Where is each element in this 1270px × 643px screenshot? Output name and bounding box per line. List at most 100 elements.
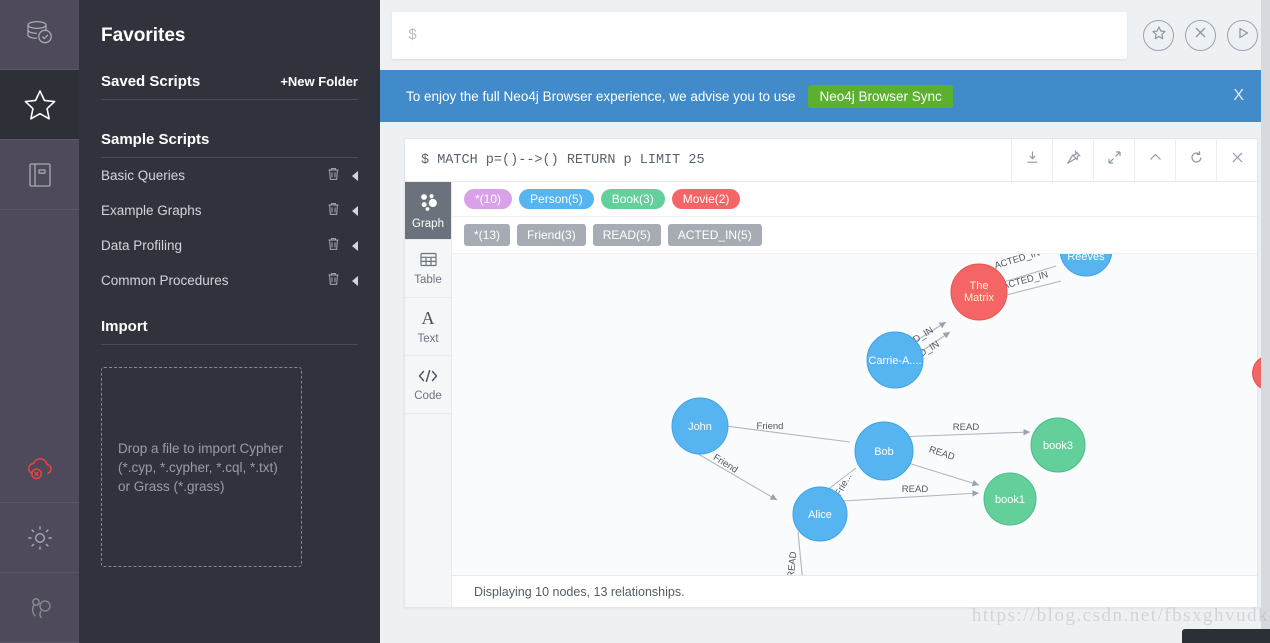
node-book3[interactable]: book3 — [1030, 417, 1086, 473]
legend-chip-friend[interactable]: Friend(3) — [517, 224, 586, 246]
frame-body: Graph Table A Text Code *(10) Person(5) … — [405, 182, 1257, 607]
script-folder-common-procedures[interactable]: Common Procedures — [101, 263, 358, 298]
script-folder-label: Example Graphs — [101, 203, 202, 218]
legend-chip-book[interactable]: Book(3) — [600, 189, 665, 209]
sidebar-item-favorites[interactable] — [0, 70, 79, 140]
result-frame: $ MATCH p=()-->() RETURN p LIMIT 25 Grap… — [404, 138, 1258, 608]
run-button[interactable] — [1227, 19, 1258, 51]
sidebar-item-documents[interactable] — [0, 140, 79, 210]
graph-view: *(10) Person(5) Book(3) Movie(2) *(13) F… — [452, 182, 1257, 607]
expand-button[interactable] — [1093, 139, 1134, 181]
editor-bar: $ — [380, 0, 1270, 70]
legend-chip-acted-in[interactable]: ACTED_IN(5) — [667, 224, 762, 246]
star-circle-icon — [1151, 25, 1167, 46]
trash-icon[interactable] — [327, 202, 340, 219]
svg-text:Bob: Bob — [874, 446, 894, 458]
tab-graph[interactable]: Graph — [405, 182, 451, 240]
frame-header: $ MATCH p=()-->() RETURN p LIMIT 25 — [405, 139, 1257, 182]
chevron-left-icon[interactable] — [352, 205, 358, 216]
gear-icon — [25, 523, 55, 553]
legend-chip-read[interactable]: READ(5) — [592, 224, 661, 246]
graph-svg[interactable]: ACTED_IN ACTED_IN ACTED_IN ACTED_IN Frie… — [452, 254, 1257, 575]
sidebar-item-settings[interactable] — [0, 503, 79, 573]
main-area: $ To enjoy the full Neo4j Browser experi… — [380, 0, 1270, 643]
refresh-icon — [1189, 150, 1204, 170]
sample-scripts-header: Sample Scripts — [101, 131, 358, 148]
graph-canvas[interactable]: ACTED_IN ACTED_IN ACTED_IN ACTED_IN Frie… — [452, 254, 1257, 575]
trash-icon[interactable] — [327, 272, 340, 289]
text-icon: A — [418, 308, 438, 330]
view-tabs: Graph Table A Text Code — [405, 182, 452, 607]
node-book1[interactable]: book1 — [983, 472, 1037, 526]
chevron-left-icon[interactable] — [352, 170, 358, 181]
legend-chip-movie[interactable]: Movie(2) — [671, 189, 741, 209]
book-icon — [25, 160, 55, 190]
browser-sync-banner: To enjoy the full Neo4j Browser experien… — [380, 70, 1270, 122]
banner-close-button[interactable]: X — [1233, 87, 1244, 105]
relationship-edges — [680, 265, 1062, 575]
node-the-matrix[interactable]: The Matrix — [950, 263, 1008, 321]
page-scrollbar[interactable] — [1261, 0, 1270, 643]
sidebar-item-database[interactable] — [0, 0, 79, 70]
svg-text:Friend: Friend — [757, 421, 784, 432]
pin-button[interactable] — [1052, 139, 1093, 181]
pin-icon — [1066, 149, 1081, 170]
refresh-button[interactable] — [1175, 139, 1216, 181]
sample-scripts-label: Sample Scripts — [101, 131, 210, 148]
script-folder-data-profiling[interactable]: Data Profiling — [101, 228, 358, 263]
browser-sync-button[interactable]: Neo4j Browser Sync — [808, 84, 953, 108]
banner-text: To enjoy the full Neo4j Browser experien… — [406, 88, 796, 104]
frame-toolbar — [1011, 139, 1257, 181]
collapse-button[interactable] — [1134, 139, 1175, 181]
node-keanu-reeves[interactable]: Keanu Reeves — [1059, 254, 1113, 277]
script-folder-example-graphs[interactable]: Example Graphs — [101, 193, 358, 228]
favorite-button[interactable] — [1143, 19, 1174, 51]
svg-text:Alice: Alice — [808, 509, 832, 521]
import-dropzone[interactable]: Drop a file to import Cypher (*.cyp, *.c… — [101, 367, 302, 567]
legend-chip-any-rel[interactable]: *(13) — [464, 224, 511, 246]
node-carrie-anne[interactable]: Carrie-A.... — [866, 331, 924, 389]
import-label: Import — [101, 318, 148, 335]
trash-icon[interactable] — [327, 167, 340, 184]
svg-text:READ: READ — [786, 551, 800, 575]
frame-query-text: $ MATCH p=()-->() RETURN p LIMIT 25 — [421, 152, 705, 168]
divider — [101, 344, 358, 345]
sidebar-item-about[interactable] — [0, 573, 79, 643]
graph-nodes[interactable]: Keanu Reeves The Matrix — [671, 254, 1113, 575]
script-folder-label: Basic Queries — [101, 168, 186, 183]
corner-tab — [1182, 629, 1270, 643]
table-icon — [419, 251, 438, 271]
legend-chip-person[interactable]: Person(5) — [519, 189, 594, 209]
sidebar-item-browser-sync[interactable] — [0, 433, 79, 503]
legend-chip-any-node[interactable]: *(10) — [464, 189, 513, 209]
svg-text:A: A — [422, 309, 435, 327]
cloud-off-icon — [23, 453, 57, 483]
svg-text:Friend: Friend — [711, 452, 740, 476]
favorites-drawer: Favorites Saved Scripts +New Folder Samp… — [79, 0, 380, 643]
node-alice[interactable]: Alice — [792, 486, 848, 542]
new-folder-button[interactable]: +New Folder — [280, 74, 358, 89]
tab-graph-label: Graph — [412, 217, 444, 230]
clear-button[interactable] — [1185, 19, 1216, 51]
tab-table[interactable]: Table — [405, 240, 451, 298]
about-icon — [25, 593, 55, 623]
download-button[interactable] — [1011, 139, 1052, 181]
tab-code[interactable]: Code — [405, 356, 451, 414]
node-bob[interactable]: Bob — [854, 421, 914, 481]
chevron-left-icon[interactable] — [352, 275, 358, 286]
graph-icon — [418, 192, 438, 215]
cypher-editor[interactable]: $ — [392, 11, 1127, 59]
script-folder-basic-queries[interactable]: Basic Queries — [101, 158, 358, 193]
tab-text[interactable]: A Text — [405, 298, 451, 356]
tab-table-label: Table — [414, 274, 442, 286]
close-frame-button[interactable] — [1216, 139, 1257, 181]
svg-text:John: John — [688, 421, 712, 433]
tab-text-label: Text — [417, 332, 439, 345]
result-status: Displaying 10 nodes, 13 relationships. — [474, 584, 685, 599]
chevron-left-icon[interactable] — [352, 240, 358, 251]
saved-scripts-label: Saved Scripts — [101, 73, 201, 90]
node-john[interactable]: John — [671, 397, 729, 455]
svg-text:READ: READ — [928, 444, 957, 463]
trash-icon[interactable] — [327, 237, 340, 254]
drawer-title: Favorites — [101, 25, 186, 46]
